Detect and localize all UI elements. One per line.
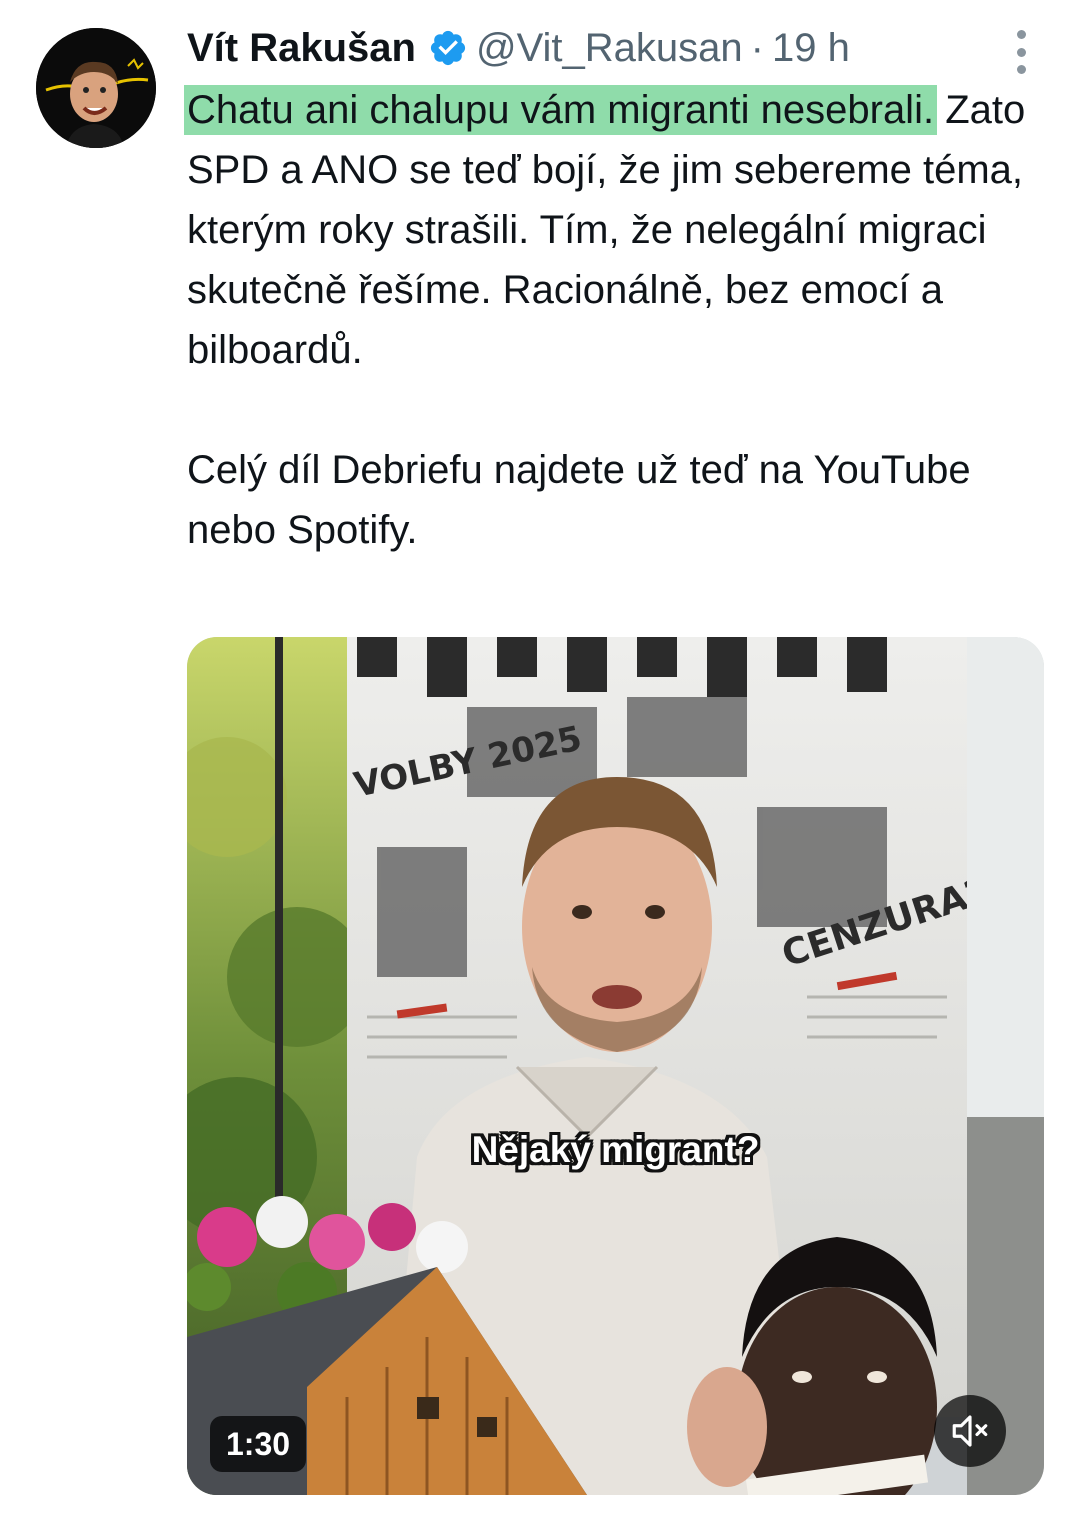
more-dot — [1016, 47, 1026, 57]
author-avatar[interactable] — [36, 28, 156, 148]
author-handle[interactable]: @Vit_Rakusan — [476, 26, 743, 71]
tweet-paragraph-1: Chatu ani chalupu vám migranti nesebrali… — [187, 80, 1047, 380]
more-dot — [1016, 65, 1026, 74]
more-dot — [1016, 30, 1026, 39]
more-options-icon[interactable] — [1004, 30, 1038, 74]
avatar-image — [36, 28, 156, 148]
tweet-text: Chatu ani chalupu vám migranti nesebrali… — [187, 80, 1047, 560]
video-duration-badge: 1:30 — [210, 1416, 307, 1472]
tweet-header: Vít Rakušan @Vit_Rakusan · 19 h — [187, 20, 850, 76]
volume-muted-icon[interactable] — [934, 1395, 1006, 1467]
highlighted-text: Chatu ani chalupu vám migranti nesebrali… — [187, 88, 935, 132]
verified-badge-icon — [428, 28, 468, 68]
video-thumbnail: VOLBY 2025 CENZURA? VÍTA — [187, 637, 1044, 1495]
header-separator: · — [750, 25, 764, 70]
video-caption: Nějaký migrant? — [471, 1129, 760, 1170]
tweet-timestamp[interactable]: 19 h — [772, 26, 850, 71]
author-display-name[interactable]: Vít Rakušan — [187, 26, 416, 71]
video-player[interactable]: VOLBY 2025 CENZURA? VÍTA — [187, 637, 1044, 1495]
tweet-paragraph-2: Celý díl Debriefu najdete už teď na YouT… — [187, 448, 971, 552]
mute-glyph — [952, 1415, 988, 1447]
